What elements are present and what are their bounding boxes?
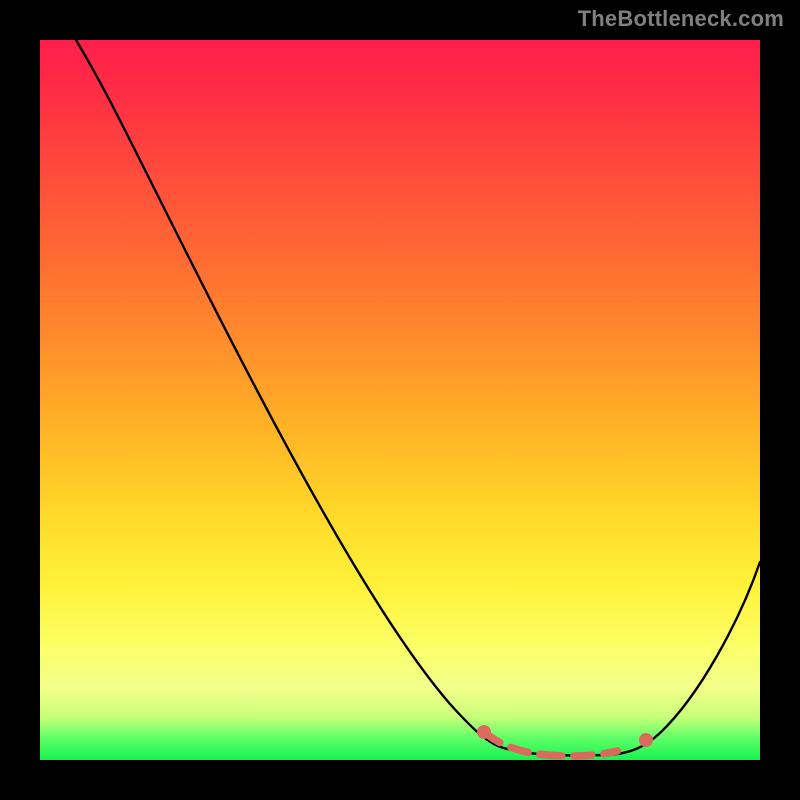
optimum-start-marker bbox=[477, 725, 491, 739]
optimum-end-marker bbox=[639, 733, 653, 747]
bottleneck-curve-svg bbox=[40, 40, 760, 760]
optimum-band bbox=[488, 735, 642, 756]
watermark-text: TheBottleneck.com bbox=[578, 6, 784, 32]
plot-area bbox=[40, 40, 760, 760]
chart-frame: TheBottleneck.com bbox=[0, 0, 800, 800]
bottleneck-curve bbox=[76, 40, 760, 755]
